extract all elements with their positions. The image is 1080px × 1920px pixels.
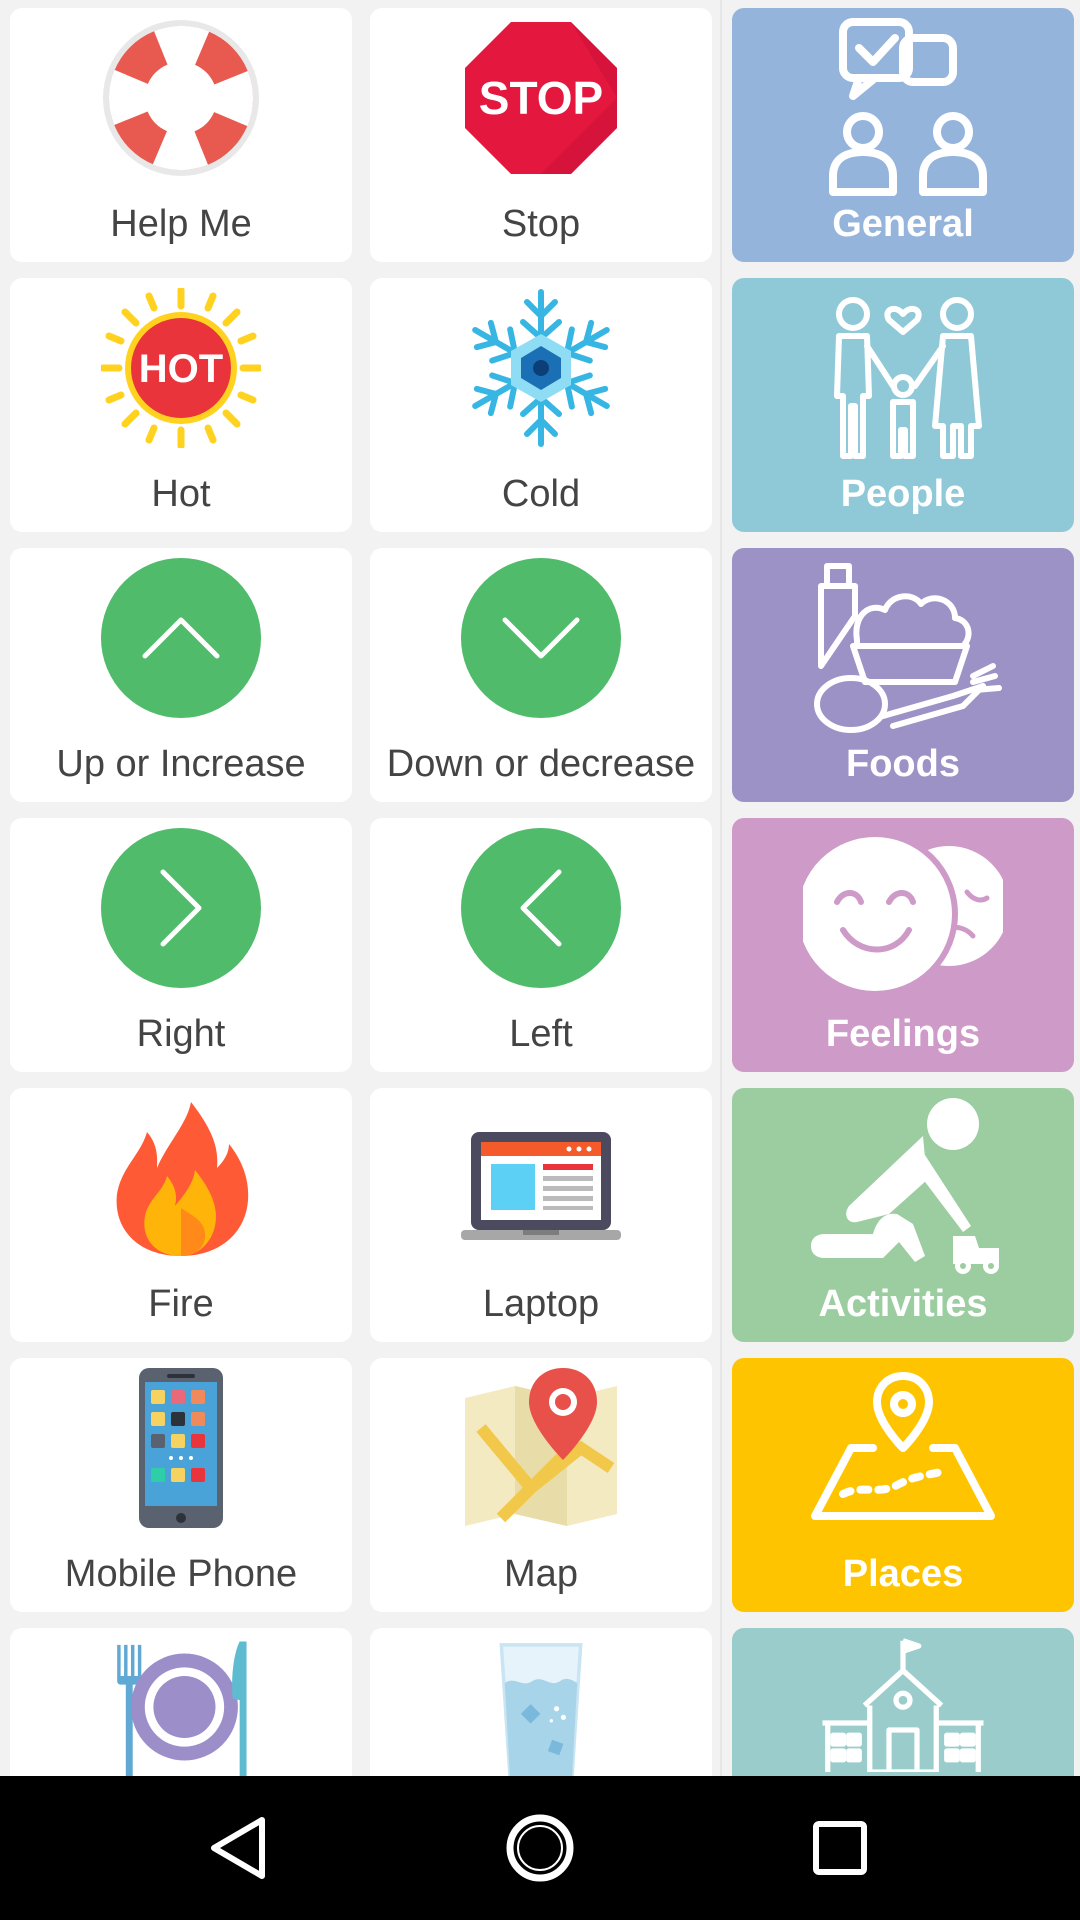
recents-icon[interactable] (800, 1808, 880, 1888)
tile-laptop[interactable]: Laptop (370, 1088, 712, 1342)
tile-drink[interactable] (370, 1628, 712, 1776)
playing-child-icon (811, 1098, 999, 1274)
map-pin-icon (811, 1372, 995, 1520)
tile-label: Up or Increase (56, 743, 306, 785)
school-icon (822, 1638, 984, 1772)
tile-map[interactable]: Map (370, 1358, 712, 1612)
mobile-phone-icon (139, 1368, 223, 1528)
category-label: Activities (818, 1283, 988, 1325)
chevron-down-icon (461, 558, 621, 718)
tile-label: Right (136, 1013, 226, 1055)
chevron-left-icon (461, 828, 621, 988)
map-icon (465, 1368, 617, 1526)
tile-cold[interactable]: Cold (370, 278, 712, 532)
tile-left[interactable]: Left (370, 818, 712, 1072)
hot-sun-icon: HOT (101, 288, 261, 448)
lifebuoy-icon (103, 20, 259, 176)
tile-label: Left (509, 1013, 573, 1055)
svg-text:HOT: HOT (139, 347, 223, 391)
tile-label: Cold (501, 473, 581, 515)
tile-mobile-phone[interactable]: Mobile Phone (10, 1358, 352, 1612)
category-label: Feelings (825, 1013, 981, 1055)
svg-text:STOP: STOP (479, 72, 603, 124)
tile-eat[interactable] (10, 1628, 352, 1776)
tile-label: Mobile Phone (64, 1553, 298, 1595)
tile-label: Map (504, 1553, 578, 1595)
category-label: Foods (846, 743, 960, 785)
navigation-bar (0, 1776, 1080, 1920)
water-glass-icon (499, 1643, 583, 1776)
back-icon[interactable] (200, 1808, 280, 1888)
fire-icon (116, 1102, 249, 1256)
category-general[interactable]: General (732, 8, 1074, 262)
snowflake-icon (461, 289, 621, 448)
family-icon (834, 297, 982, 459)
tile-up[interactable]: Up or Increase (10, 548, 352, 802)
tile-help-me[interactable]: Help Me (10, 8, 352, 262)
faces-icon (803, 831, 1003, 997)
tile-label: Fire (148, 1283, 214, 1325)
tile-label: Down or decrease (386, 743, 696, 785)
groceries-icon (814, 563, 1002, 733)
plate-cutlery-icon (117, 1641, 247, 1776)
conversation-people-icon (829, 18, 987, 196)
chevron-right-icon (101, 828, 261, 988)
category-label: Places (842, 1553, 964, 1595)
panel-divider (720, 0, 722, 1776)
tile-right[interactable]: Right (10, 818, 352, 1072)
chevron-up-icon (101, 558, 261, 718)
category-activities[interactable]: Activities (732, 1088, 1074, 1342)
tile-label: Laptop (482, 1283, 600, 1325)
stop-sign-icon: STOP (465, 22, 617, 174)
category-foods[interactable]: Foods (732, 548, 1074, 802)
tile-label: Hot (151, 473, 211, 515)
laptop-icon (461, 1132, 621, 1240)
tile-label: Stop (501, 203, 581, 245)
tile-label: Help Me (110, 203, 252, 245)
category-feelings[interactable]: Feelings (732, 818, 1074, 1072)
category-label: People (840, 473, 966, 515)
category-people[interactable]: People (732, 278, 1074, 532)
tile-down[interactable]: Down or decrease (370, 548, 712, 802)
tile-fire[interactable]: Fire (10, 1088, 352, 1342)
category-label: General (832, 203, 974, 245)
home-icon[interactable] (500, 1808, 580, 1888)
tile-stop[interactable]: STOP Stop (370, 8, 712, 262)
tile-hot[interactable]: HOT Hot (10, 278, 352, 532)
category-school[interactable] (732, 1628, 1074, 1776)
category-places[interactable]: Places (732, 1358, 1074, 1612)
